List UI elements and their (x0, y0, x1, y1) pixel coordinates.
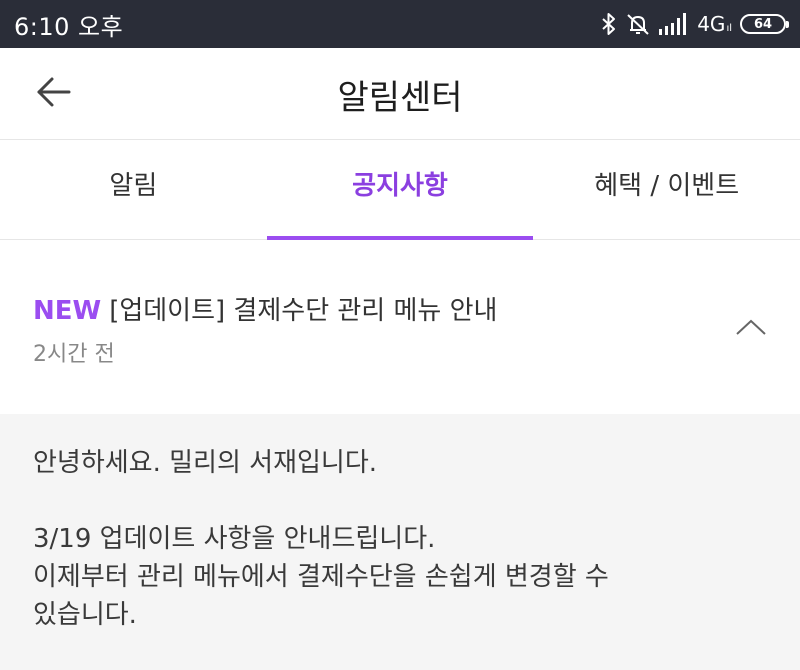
notice-title: [업데이트] 결제수단 관리 메뉴 안내 (109, 296, 498, 326)
status-bar: 6:10 오후 4G ıl 64 (0, 0, 800, 48)
new-badge: NEW (33, 296, 102, 326)
notice-time: 2시간 전 (33, 342, 115, 367)
chevron-up-icon (734, 319, 768, 342)
tab-benefits-events[interactable]: 혜택 / 이벤트 (533, 140, 800, 239)
battery-indicator: 64 (740, 14, 789, 34)
content-line: 이제부터 관리 메뉴에서 결제수단을 손쉽게 변경할 수 (33, 562, 609, 592)
tab-notifications[interactable]: 알림 (0, 140, 267, 239)
bluetooth-icon (601, 12, 617, 36)
tab-notices[interactable]: 공지사항 (266, 140, 534, 240)
app-header: 알림센터 (0, 48, 800, 140)
tab-bar: 알림 공지사항 혜택 / 이벤트 (0, 140, 800, 240)
notice-content: 안녕하세요. 밀리의 서재입니다. 3/19 업데이트 사항을 안내드립니다. … (0, 414, 800, 670)
collapse-button[interactable] (734, 316, 768, 338)
notice-title-row: NEW [업데이트] 결제수단 관리 메뉴 안내 (33, 290, 497, 327)
arrow-left-icon (36, 76, 72, 112)
mute-icon (625, 12, 651, 36)
notice-item[interactable]: NEW [업데이트] 결제수단 관리 메뉴 안내 2시간 전 (0, 240, 800, 414)
status-time: 6:10 오후 (14, 12, 124, 41)
network-type: 4G ıl (697, 12, 732, 36)
content-line: 안녕하세요. 밀리의 서재입니다. (33, 448, 378, 478)
content-line: 3/19 업데이트 사항을 안내드립니다. (33, 524, 436, 554)
content-line: 있습니다. (33, 600, 137, 630)
page-title: 알림센터 (337, 77, 463, 118)
status-icons: 4G ıl 64 (601, 12, 789, 36)
signal-icon (659, 13, 689, 35)
back-button[interactable] (30, 70, 78, 118)
